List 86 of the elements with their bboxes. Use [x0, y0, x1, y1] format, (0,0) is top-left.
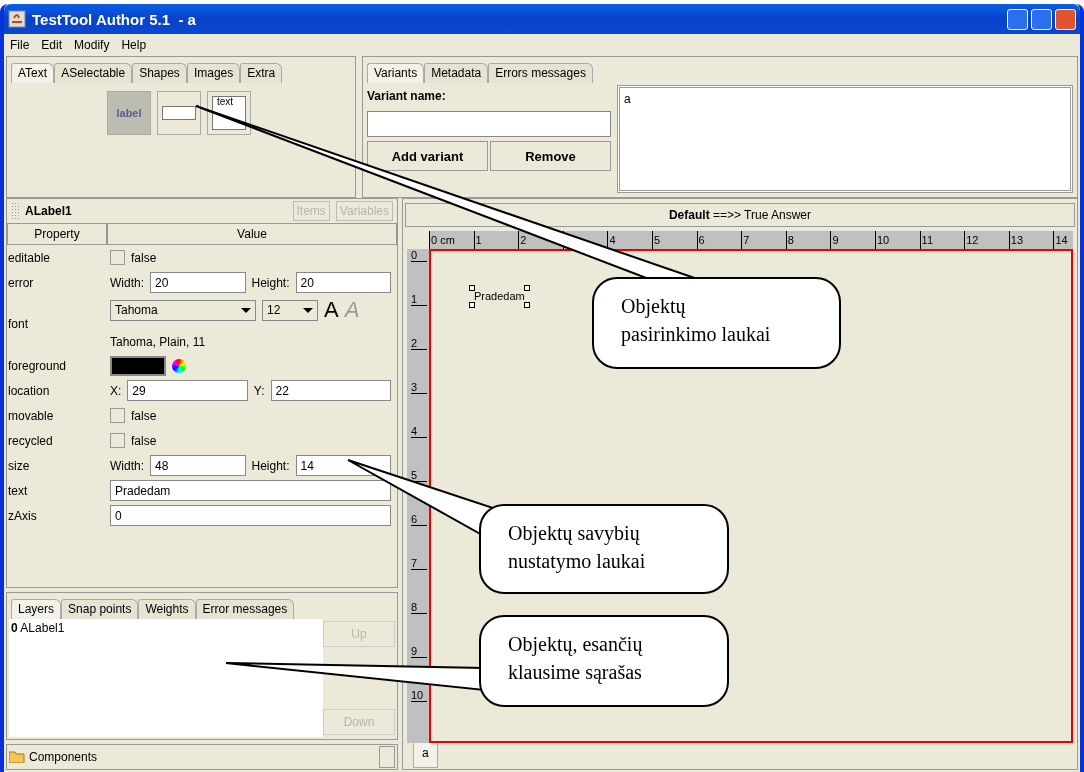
- tree-item[interactable]: Components: [29, 750, 98, 764]
- tab[interactable]: Extra: [240, 63, 283, 83]
- tab[interactable]: Error messages: [195, 599, 295, 619]
- size-dropdown[interactable]: 12: [262, 299, 318, 321]
- property-name: editable: [7, 250, 52, 265]
- ruler-label: 8: [411, 601, 427, 614]
- font-description: Tahoma, Plain, 11: [110, 335, 207, 349]
- field-label: X:: [110, 383, 122, 398]
- checkbox[interactable]: [110, 250, 125, 265]
- ruler-label: 3: [411, 381, 427, 394]
- property-name: location: [7, 383, 51, 398]
- tab[interactable]: Weights: [138, 599, 196, 619]
- minimize-button[interactable]: [1007, 8, 1028, 30]
- variant-button[interactable]: Add variant: [367, 141, 488, 171]
- field-label: Y:: [253, 383, 265, 398]
- ruler-label: 0: [411, 249, 427, 262]
- input-field[interactable]: 22: [270, 380, 391, 401]
- label-tool-text: label: [116, 107, 142, 119]
- ruler-label: 10: [411, 689, 427, 702]
- palette-tool[interactable]: [157, 91, 201, 135]
- field-label: Height:: [251, 275, 290, 290]
- layer-item[interactable]: 0 ALabel1: [11, 621, 321, 635]
- variant-name-field[interactable]: [367, 111, 611, 137]
- tab[interactable]: Shapes: [132, 63, 187, 83]
- field-label: Width:: [110, 458, 144, 473]
- ruler-label: 7: [411, 557, 427, 570]
- ruler-label: 6: [411, 513, 427, 526]
- tab[interactable]: a: [413, 743, 438, 768]
- ruler-label: 4: [411, 425, 427, 438]
- checkbox[interactable]: [110, 433, 125, 448]
- ruler-label: 2: [411, 337, 427, 350]
- ruler-label: 1: [411, 293, 427, 306]
- folder-icon: [9, 751, 25, 763]
- canvas-label[interactable]: Pradedam: [469, 285, 530, 308]
- property-name: error: [7, 275, 35, 290]
- color-swatch[interactable]: [110, 355, 166, 376]
- component-name: ALabel1: [25, 204, 72, 218]
- property-name: size: [7, 458, 31, 473]
- variant-button[interactable]: Remove: [490, 141, 611, 171]
- input-field[interactable]: 48: [150, 455, 246, 476]
- column-header: Value: [107, 223, 397, 245]
- callout-text: Objektų pasirinkimo laukai: [621, 294, 771, 348]
- column-header: Property: [7, 223, 107, 245]
- tab[interactable]: AText: [11, 63, 55, 83]
- variant-header: Default ==>> True Answer: [405, 203, 1075, 227]
- field-label: Height:: [251, 458, 290, 473]
- property-name: zAxis: [7, 508, 38, 523]
- callout-text: Objektų savybių nustatymo laukai: [508, 521, 646, 575]
- input-field[interactable]: 0: [110, 505, 391, 526]
- checkbox-label: false: [131, 433, 157, 448]
- input-field[interactable]: 20: [150, 272, 246, 293]
- tab[interactable]: Metadata: [424, 63, 489, 83]
- ruler-label: 9: [411, 645, 427, 658]
- menu-item[interactable]: Help: [121, 38, 147, 52]
- color-wheel-icon[interactable]: [172, 358, 186, 373]
- menu-item[interactable]: Edit: [41, 38, 63, 52]
- input-field[interactable]: 20: [295, 272, 391, 293]
- menu-item[interactable]: File: [10, 38, 30, 52]
- app-icon: [8, 10, 26, 28]
- tab[interactable]: Layers: [11, 599, 62, 619]
- text-field-icon: [162, 106, 196, 120]
- callout-text: Objektų, esančių klausime sąrašas: [508, 632, 643, 686]
- window-title: TestTool Author 5.1 - a: [32, 10, 196, 28]
- tab[interactable]: Variants: [367, 63, 425, 83]
- close-button[interactable]: [1055, 8, 1076, 30]
- property-name: recycled: [7, 433, 54, 448]
- tab[interactable]: ASelectable: [54, 63, 133, 83]
- field-label: Width:: [110, 275, 144, 290]
- property-name: foreground: [7, 358, 68, 373]
- tab[interactable]: Snap points: [61, 599, 139, 619]
- tab[interactable]: Images: [186, 63, 241, 83]
- list-item[interactable]: a: [624, 92, 1066, 106]
- input-field[interactable]: Pradedam: [110, 480, 391, 501]
- menu-item[interactable]: Modify: [74, 38, 110, 52]
- checkbox[interactable]: [110, 408, 125, 423]
- property-name: font: [7, 317, 29, 331]
- maximize-button[interactable]: [1031, 8, 1052, 30]
- checkbox-label: false: [131, 408, 157, 423]
- font-dropdown[interactable]: Tahoma: [110, 299, 256, 321]
- input-field[interactable]: 29: [127, 380, 248, 401]
- font-style-button[interactable]: A: [324, 299, 339, 321]
- variant-name-label: Variant name:: [367, 88, 447, 105]
- tab[interactable]: Errors messages: [488, 63, 593, 83]
- property-name: text: [7, 483, 29, 498]
- checkbox-label: false: [131, 250, 157, 265]
- property-name: movable: [7, 408, 55, 423]
